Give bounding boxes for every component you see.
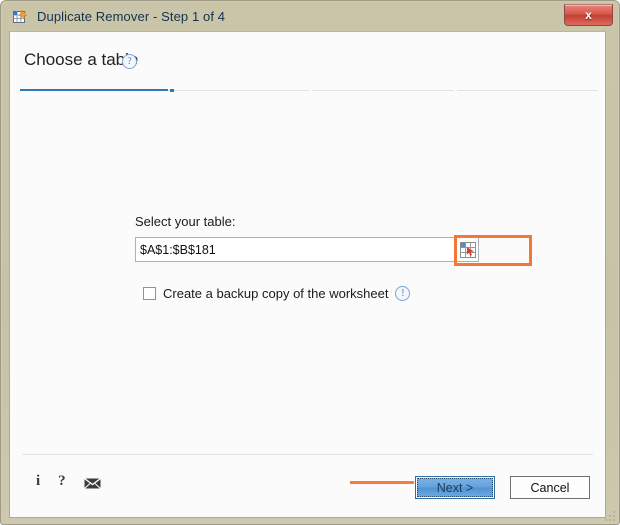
question-circle-glyph: ?	[122, 54, 137, 69]
dialog-header: Choose a table ?	[10, 32, 605, 94]
range-field-row	[135, 235, 532, 266]
cancel-button[interactable]: Cancel	[510, 476, 590, 499]
backup-checkbox-label: Create a backup copy of the worksheet	[163, 285, 389, 301]
info-circle-glyph: !	[395, 285, 411, 301]
backup-checkbox-row[interactable]: Create a backup copy of the worksheet !	[143, 284, 411, 302]
window-title: Duplicate Remover - Step 1 of 4	[37, 9, 226, 24]
step-progress-marker	[170, 89, 174, 92]
form-area: Select your table: $A$1:$B$181 Create a …	[10, 94, 605, 455]
dialog-content: Choose a table ? Select your table: $A$1…	[9, 31, 606, 518]
step-divider-3	[454, 89, 457, 92]
envelope-icon[interactable]	[83, 476, 101, 489]
duplicate-remover-icon	[13, 8, 29, 25]
resize-grip[interactable]	[604, 510, 615, 521]
next-button-label: Next >	[436, 480, 474, 495]
step-progress-fill	[20, 89, 168, 91]
dialog-footer: i ? Next > Cancel	[10, 455, 605, 517]
title-bar[interactable]: Duplicate Remover - Step 1 of 4 x	[3, 3, 619, 30]
step-progress-bar	[20, 89, 598, 93]
backup-checkbox[interactable]	[143, 286, 156, 300]
info-icon[interactable]: i	[36, 473, 40, 489]
select-table-label: Select your table:	[135, 214, 236, 229]
step-divider-2	[309, 89, 312, 92]
range-select-icon[interactable]	[454, 235, 532, 266]
close-button[interactable]: x	[564, 4, 613, 26]
dialog-window: Duplicate Remover - Step 1 of 4 x Choose…	[0, 0, 620, 525]
next-button[interactable]: Next >	[415, 476, 495, 499]
close-icon: x	[585, 8, 592, 22]
info-circle-icon[interactable]: !	[395, 285, 411, 301]
question-circle-icon[interactable]: ?	[122, 54, 137, 69]
table-range-input[interactable]	[135, 237, 457, 262]
footer-icon-group: i ?	[36, 473, 101, 489]
cancel-button-label: Cancel	[530, 480, 570, 495]
help-icon[interactable]: ?	[58, 473, 66, 489]
